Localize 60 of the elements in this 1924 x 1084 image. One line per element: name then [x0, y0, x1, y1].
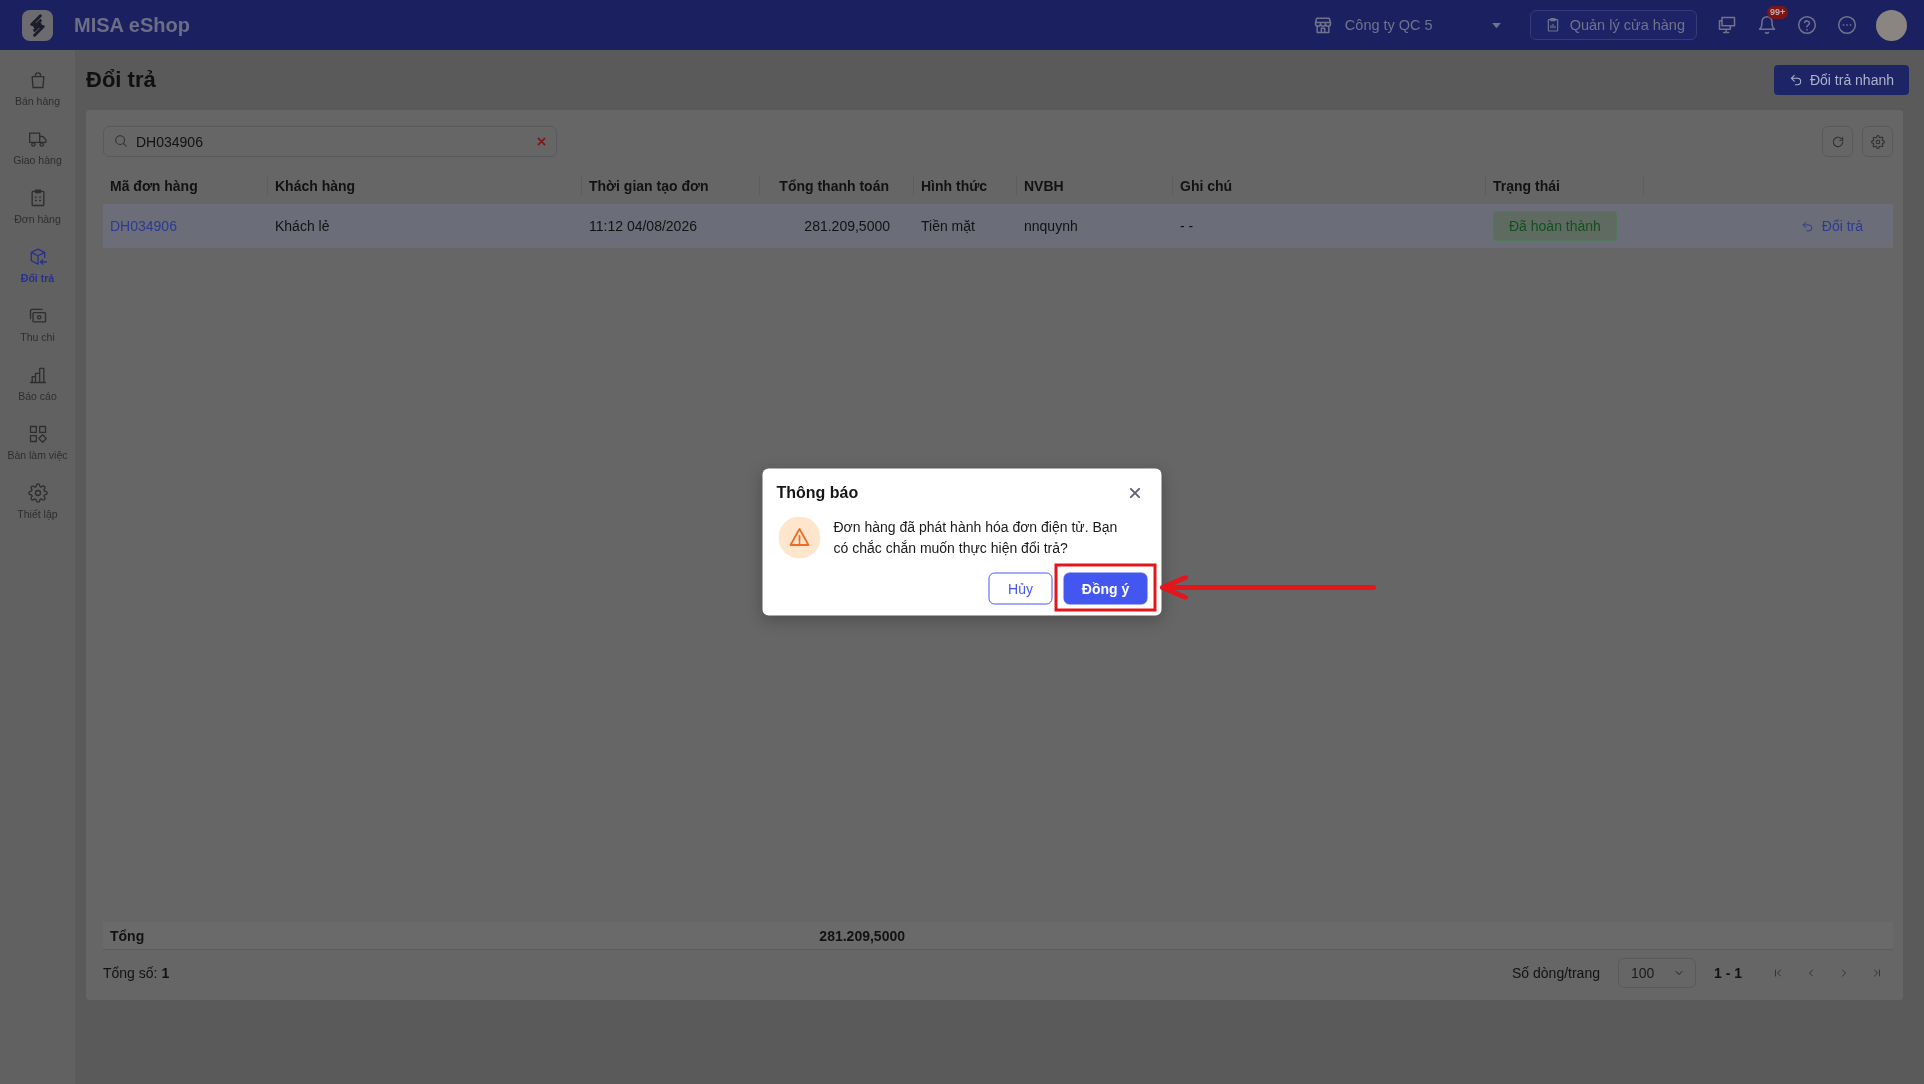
warning-icon — [778, 516, 821, 559]
column-header: Mã đơn hàng — [103, 176, 268, 196]
table-cell: 11:12 04/08/2026 — [589, 218, 697, 234]
rows-per-page-label: Số dòng/trang — [1512, 964, 1600, 981]
refresh-icon — [1830, 134, 1845, 149]
undo-icon — [1788, 73, 1803, 87]
column-header: Trạng thái — [1486, 176, 1644, 196]
table-cell: nnquynh — [1024, 218, 1078, 234]
confirm-button[interactable]: Đồng ý — [1063, 572, 1148, 605]
column-header: Khách hàng — [268, 176, 582, 196]
column-header: Tổng thanh toán — [760, 176, 914, 196]
summary-total: 281.209,5000 — [819, 927, 905, 944]
search-icon — [114, 134, 128, 148]
return-link[interactable]: Đổi trả — [1800, 218, 1863, 234]
page-range: 1 - 1 — [1714, 964, 1742, 981]
sidebar-item[interactable]: Đổi trả — [0, 236, 75, 295]
first-page-icon[interactable] — [1772, 966, 1784, 979]
table-row[interactable]: DH034906 Khách lẻ 11:12 04/08/2026 281.209,5000 Tiền mặt nnquynh - - Đã hoàn thành Đổi trả — [103, 204, 1893, 248]
page-title: Đổi trả — [86, 67, 156, 93]
grid-icon — [27, 424, 48, 444]
notification-badge: 99+ — [1767, 6, 1789, 19]
table-cell: Khách lẻ — [275, 218, 330, 234]
refresh-button[interactable] — [1822, 126, 1853, 157]
more-icon[interactable] — [1837, 15, 1857, 35]
store-icon — [1312, 15, 1333, 35]
company-selector[interactable]: Công ty QC 5 — [1312, 15, 1502, 35]
bell-icon[interactable] — [1757, 15, 1777, 35]
status-badge: Đã hoàn thành — [1493, 211, 1617, 241]
settings-icon — [27, 483, 48, 503]
help-icon[interactable] — [1797, 15, 1817, 35]
cancel-button[interactable]: Hủy — [988, 572, 1053, 605]
column-header: Thời gian tạo đơn — [582, 176, 760, 196]
caret-icon — [1490, 21, 1502, 29]
settings-button[interactable] — [1862, 126, 1893, 157]
undo-icon — [1800, 219, 1814, 233]
last-page-icon[interactable] — [1871, 966, 1883, 979]
monitor-icon[interactable] — [1717, 15, 1737, 35]
settings-icon — [1870, 134, 1885, 149]
clear-icon[interactable] — [537, 137, 546, 146]
summary-label: Tổng — [110, 927, 145, 944]
store-management-button[interactable]: Quản lý cửa hàng — [1529, 10, 1697, 40]
column-header: NVBH — [1017, 176, 1173, 196]
quick-return-button[interactable]: Đổi trả nhanh — [1773, 65, 1909, 95]
table-cell: - - — [1180, 218, 1194, 234]
close-icon[interactable] — [1129, 487, 1141, 498]
column-header: Hình thức — [914, 176, 1017, 196]
column-header: Ghi chú — [1173, 176, 1486, 196]
table-cell: 281.209,5000 — [804, 218, 890, 234]
dialog-message: Đơn hàng đã phát hành hóa đơn điện tử. Bạn có chắc chắn muốn thực hiện đổi trả? — [833, 517, 1119, 558]
cash-icon — [27, 306, 48, 326]
avatar[interactable] — [1876, 9, 1907, 41]
order-id-link[interactable]: DH034906 — [110, 218, 177, 234]
bar-chart-icon — [27, 365, 48, 385]
app-name: MISA eShop — [74, 13, 190, 37]
dialog-title: Thông báo — [776, 483, 859, 502]
table-cell: Tiền mặt — [921, 218, 975, 234]
search-field[interactable]: DH034906 — [103, 126, 557, 157]
logo-icon[interactable] — [22, 9, 53, 41]
total-count: Tổng số: 1 — [103, 964, 170, 981]
rows-per-page-select[interactable]: 100 — [1618, 957, 1696, 988]
